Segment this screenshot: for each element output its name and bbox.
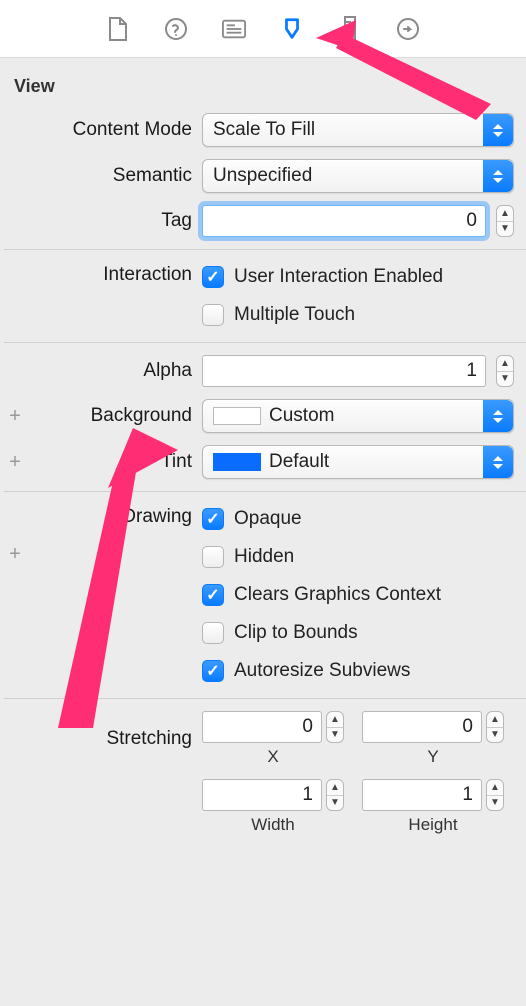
size-inspector-tab[interactable] <box>338 17 362 41</box>
stretch-height-field[interactable] <box>362 779 482 811</box>
opaque-checkbox[interactable] <box>202 508 224 530</box>
connections-inspector-tab[interactable] <box>396 17 420 41</box>
drawing-label: Drawing <box>26 504 202 528</box>
user-interaction-label: User Interaction Enabled <box>234 266 443 288</box>
chevron-updown-icon <box>483 114 513 146</box>
multiple-touch-label: Multiple Touch <box>234 304 355 326</box>
tag-field[interactable] <box>202 205 486 237</box>
user-interaction-checkbox[interactable] <box>202 266 224 288</box>
clip-bounds-checkbox[interactable] <box>202 622 224 644</box>
stretch-width-field[interactable] <box>202 779 322 811</box>
drawing-add-button[interactable]: + <box>4 544 26 564</box>
tag-stepper[interactable]: ▲▼ <box>496 205 514 237</box>
stretch-y-stepper[interactable]: ▲▼ <box>486 711 504 743</box>
stretch-width-stepper[interactable]: ▲▼ <box>326 779 344 811</box>
opaque-label: Opaque <box>234 508 302 530</box>
clip-bounds-label: Clip to Bounds <box>234 622 358 644</box>
stretch-y-field[interactable] <box>362 711 482 743</box>
section-title: View <box>0 76 526 107</box>
stretch-width-label: Width <box>251 815 294 835</box>
background-swatch-icon <box>213 407 261 425</box>
stretch-height-label: Height <box>408 815 457 835</box>
background-label: Background <box>26 405 202 427</box>
stretch-x-label: X <box>267 747 278 767</box>
semantic-value: Unspecified <box>213 165 312 187</box>
interaction-label: Interaction <box>26 262 202 286</box>
hidden-label: Hidden <box>234 546 294 568</box>
chevron-updown-icon <box>483 400 513 432</box>
tint-swatch-icon <box>213 453 261 471</box>
tag-label: Tag <box>26 210 202 232</box>
autoresize-label: Autoresize Subviews <box>234 660 410 682</box>
autoresize-checkbox[interactable] <box>202 660 224 682</box>
clears-context-label: Clears Graphics Context <box>234 584 441 606</box>
multiple-touch-checkbox[interactable] <box>202 304 224 326</box>
background-color-popup[interactable]: Custom <box>202 399 514 433</box>
background-add-button[interactable]: + <box>4 406 26 426</box>
tint-value: Default <box>269 451 329 473</box>
help-inspector-tab[interactable] <box>164 17 188 41</box>
hidden-checkbox[interactable] <box>202 546 224 568</box>
content-mode-label: Content Mode <box>26 119 202 141</box>
content-mode-value: Scale To Fill <box>213 119 315 141</box>
attributes-inspector-panel: View Content Mode Scale To Fill Semantic… <box>0 0 526 1006</box>
content-mode-popup[interactable]: Scale To Fill <box>202 113 514 147</box>
semantic-label: Semantic <box>26 165 202 187</box>
alpha-label: Alpha <box>26 360 202 382</box>
file-inspector-tab[interactable] <box>106 17 130 41</box>
semantic-popup[interactable]: Unspecified <box>202 159 514 193</box>
alpha-field[interactable] <box>202 355 486 387</box>
inspector-tab-bar <box>0 0 526 58</box>
stretch-height-stepper[interactable]: ▲▼ <box>486 779 504 811</box>
identity-inspector-tab[interactable] <box>222 17 246 41</box>
stretch-y-label: Y <box>427 747 438 767</box>
stretch-x-field[interactable] <box>202 711 322 743</box>
stretching-label: Stretching <box>26 728 202 750</box>
background-value: Custom <box>269 405 334 427</box>
chevron-updown-icon <box>483 446 513 478</box>
attributes-inspector-tab[interactable] <box>280 17 304 41</box>
chevron-updown-icon <box>483 160 513 192</box>
stretch-x-stepper[interactable]: ▲▼ <box>326 711 344 743</box>
view-section: View Content Mode Scale To Fill Semantic… <box>0 58 526 841</box>
clears-context-checkbox[interactable] <box>202 584 224 606</box>
alpha-stepper[interactable]: ▲▼ <box>496 355 514 387</box>
tint-add-button[interactable]: + <box>4 452 26 472</box>
tint-label: Tint <box>26 451 202 473</box>
tint-color-popup[interactable]: Default <box>202 445 514 479</box>
